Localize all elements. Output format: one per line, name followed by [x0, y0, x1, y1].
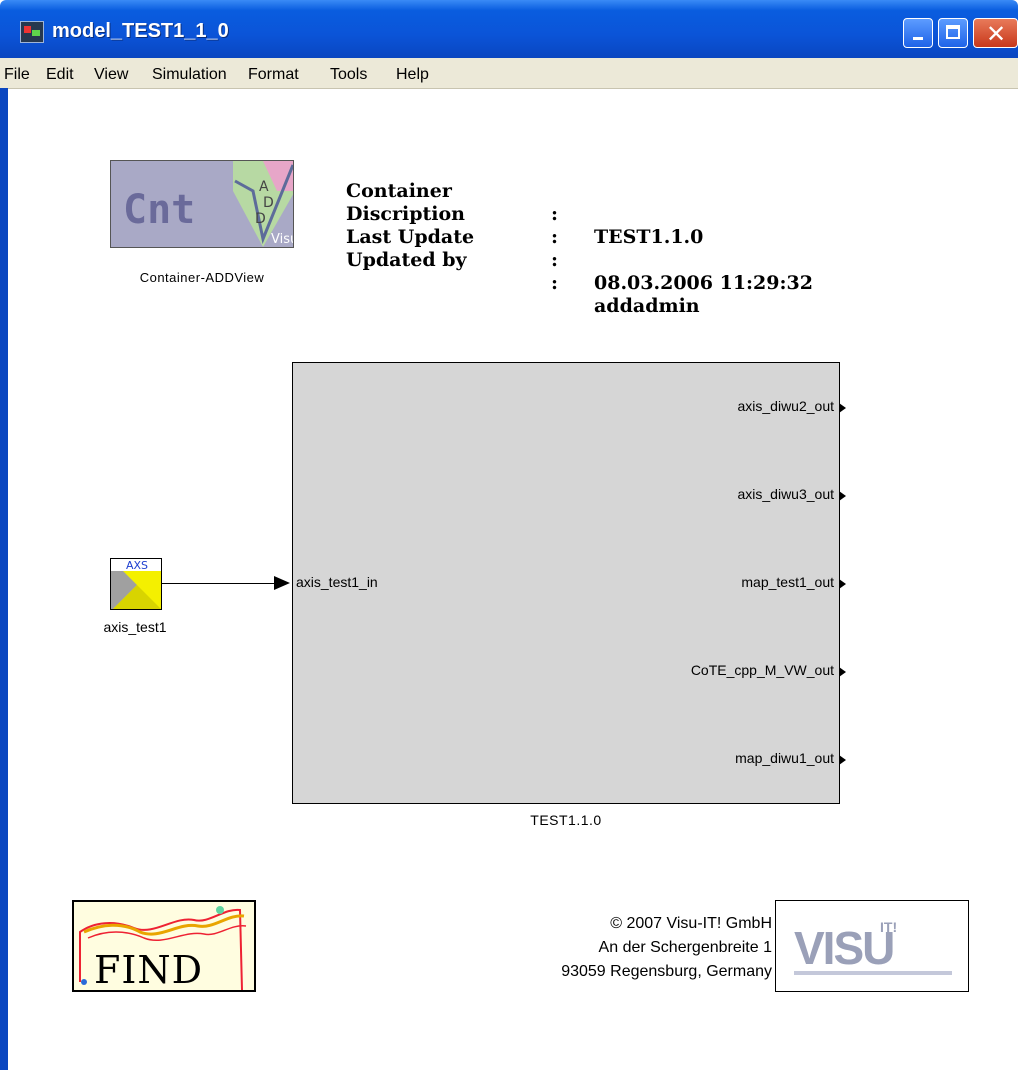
output-port-label: CoTE_cpp_M_VW_out — [690, 662, 834, 678]
info-row-container: Container : TEST1.1.0 — [346, 157, 703, 248]
minimize-button[interactable] — [903, 18, 933, 48]
info-row-description: Discription : — [346, 180, 558, 248]
info-label: Updated by — [346, 249, 467, 271]
axis-test1-caption: axis_test1 — [103, 619, 167, 635]
city-line: 93059 Regensburg, Germany — [561, 963, 772, 980]
container-addview-block[interactable]: Cnt A D D Visu — [110, 160, 294, 248]
container-addview-caption: Container-ADDView — [139, 270, 265, 285]
svg-text:D: D — [255, 211, 266, 227]
simulink-model-window: model_TEST1_1_0 ✕ File Edit View Simulat… — [0, 0, 1018, 1070]
info-colon: : — [551, 226, 559, 248]
info-value: addadmin — [594, 295, 700, 317]
visu-logo-suffix: IT! — [880, 919, 898, 935]
copyright-line: © 2007 Visu-IT! GmbH — [610, 915, 772, 932]
subsystem-block-caption: TEST1.1.0 — [530, 812, 602, 828]
output-port-arrow-icon[interactable] — [839, 579, 846, 589]
signal-arrow-icon — [274, 576, 290, 590]
close-icon: ✕ — [986, 20, 1007, 48]
visu-it-logo-block[interactable]: VISU IT! — [775, 900, 969, 992]
container-info: Container : TEST1.1.0 Discription : Last… — [346, 157, 813, 317]
menu-view[interactable]: View — [94, 66, 128, 84]
info-row-last-update: Last Update : 08.03.2006 11:29:32 — [346, 203, 813, 294]
find-logo-block[interactable]: FIND — [72, 900, 256, 992]
info-value: TEST1.1.0 — [594, 226, 704, 248]
maximize-icon — [946, 25, 960, 39]
svg-text:A: A — [259, 179, 269, 195]
add-chart-icon: A D D Visu — [233, 161, 294, 247]
svg-text:D: D — [263, 195, 274, 211]
cnt-logo-text: Cnt — [123, 187, 196, 233]
find-logo-text: FIND — [94, 948, 204, 992]
info-colon: : — [551, 203, 559, 225]
output-port-arrow-icon[interactable] — [839, 403, 846, 413]
axis-block-icon: AXS — [111, 559, 161, 609]
svg-text:Visu: Visu — [271, 232, 294, 247]
menu-file[interactable]: File — [4, 66, 30, 84]
menu-tools[interactable]: Tools — [330, 66, 367, 84]
menu-format[interactable]: Format — [248, 66, 299, 84]
menu-edit[interactable]: Edit — [46, 66, 74, 84]
info-row-updated-by: Updated by : addadmin — [346, 226, 700, 317]
axis-test1-block[interactable]: AXS — [110, 558, 162, 610]
menu-simulation[interactable]: Simulation — [152, 66, 227, 84]
output-port-label: axis_diwu2_out — [737, 398, 834, 414]
minimize-icon — [913, 37, 923, 40]
address-line: An der Schergenbreite 1 — [598, 939, 772, 956]
menu-help[interactable]: Help — [396, 66, 429, 84]
output-port-arrow-icon[interactable] — [839, 491, 846, 501]
info-value: 08.03.2006 11:29:32 — [594, 272, 813, 294]
info-colon: : — [551, 249, 559, 271]
visu-logo-text: VISU — [794, 922, 895, 974]
output-port-label: axis_diwu3_out — [737, 486, 834, 502]
output-port-arrow-icon[interactable] — [839, 755, 846, 765]
visu-logo-underline — [794, 971, 952, 975]
input-port-label: axis_test1_in — [296, 574, 378, 590]
output-port-label: map_test1_out — [741, 574, 834, 590]
model-window-icon[interactable] — [20, 21, 44, 43]
signal-line[interactable] — [162, 583, 278, 584]
maximize-button[interactable] — [938, 18, 968, 48]
output-port-arrow-icon[interactable] — [839, 667, 846, 677]
copyright-text: © 2007 Visu-IT! GmbH An der Schergenbrei… — [561, 912, 772, 984]
window-title: model_TEST1_1_0 — [52, 20, 229, 42]
title-bar[interactable]: model_TEST1_1_0 ✕ — [0, 0, 1018, 58]
axis-icon-text: AXS — [126, 559, 148, 572]
output-port-label: map_diwu1_out — [735, 750, 834, 766]
close-button[interactable]: ✕ — [973, 18, 1018, 48]
info-colon: : — [551, 272, 559, 294]
window-left-border — [0, 88, 8, 1070]
